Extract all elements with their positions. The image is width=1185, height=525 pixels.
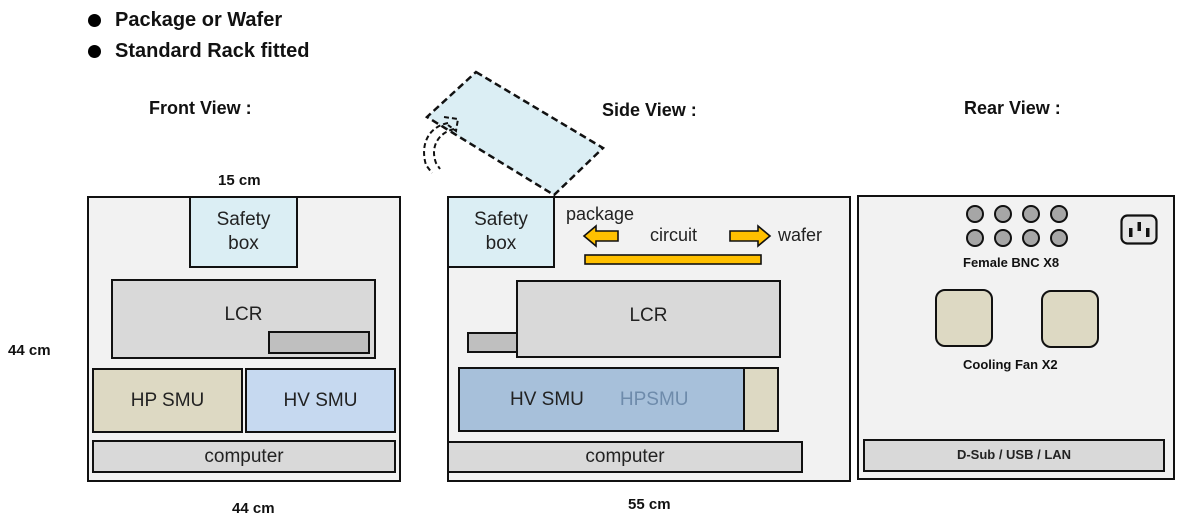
power-inlet-icon [1120, 214, 1158, 245]
rear-io-label: D-Sub / USB / LAN [956, 447, 1072, 463]
side-hp-smu-tail [743, 367, 779, 432]
front-lcr-panel [268, 331, 370, 354]
side-lcr-label: LCR [629, 305, 668, 327]
bnc-connector-icon [966, 229, 984, 247]
bullet-standard-rack: Standard Rack fitted [88, 40, 309, 63]
side-wafer-label: wafer [778, 225, 823, 245]
bullet-text: Standard Rack fitted [115, 40, 310, 62]
bnc-label: Female BNC X8 [963, 255, 1060, 270]
bnc-connector-icon [994, 205, 1012, 223]
side-direction-arrows [582, 224, 772, 265]
front-dim-width-safety: 15 cm [218, 172, 261, 189]
front-hv-smu-label: HV SMU [283, 389, 358, 411]
front-hv-smu: HV SMU [245, 368, 396, 433]
side-lcr: LCR [516, 280, 781, 358]
front-computer: computer [92, 440, 396, 473]
front-dim-height: 44 cm [8, 342, 51, 359]
side-safety-box-label: Safety box [474, 209, 528, 254]
bullet-text: Package or Wafer [115, 9, 283, 31]
bullet-dot-icon [88, 14, 101, 27]
arrow-left-icon [582, 224, 619, 248]
front-dim-width: 44 cm [232, 500, 275, 517]
side-computer: computer [447, 441, 803, 473]
bnc-connector-icon [1050, 205, 1068, 223]
side-lcr-connector [467, 332, 518, 353]
bullet-dot-icon [88, 45, 101, 58]
bnc-connector-icon [966, 205, 984, 223]
bullet-package-or-wafer: Package or Wafer [88, 9, 282, 32]
side-hp-smu-label: HPSMU [619, 388, 689, 410]
front-hp-smu: HP SMU [92, 368, 243, 433]
side-view-title: Side View : [602, 100, 697, 120]
arrow-right-icon [729, 224, 772, 248]
bnc-connector-icon [1050, 229, 1068, 247]
bnc-connector-icon [1022, 205, 1040, 223]
cooling-fan-1 [935, 289, 993, 347]
rear-view-title: Rear View : [964, 98, 1061, 118]
side-hv-smu: HV SMU HPSMU [458, 367, 745, 432]
side-lid-open-diagram [423, 70, 606, 197]
front-lcr-label: LCR [224, 304, 263, 326]
side-safety-box: Safety box [447, 196, 555, 268]
lid-open-dashed-icon [424, 70, 606, 197]
side-dim-depth: 55 cm [628, 496, 671, 513]
cooling-fan-label: Cooling Fan X2 [963, 357, 1058, 372]
rear-io-ports: D-Sub / USB / LAN [863, 439, 1165, 472]
side-computer-label: computer [585, 446, 665, 468]
front-computer-label: computer [204, 445, 284, 467]
front-view-title: Front View : [149, 98, 252, 118]
front-safety-box-label: Safety box [216, 209, 271, 254]
front-hp-smu-label: HP SMU [130, 389, 205, 411]
cooling-fan-2 [1041, 290, 1099, 348]
circuit-bar-icon [584, 254, 762, 265]
bnc-connector-icon [1022, 229, 1040, 247]
side-hv-smu-label: HV SMU [510, 388, 584, 410]
bnc-connector-icon [994, 229, 1012, 247]
front-safety-box: Safety box [189, 196, 298, 268]
